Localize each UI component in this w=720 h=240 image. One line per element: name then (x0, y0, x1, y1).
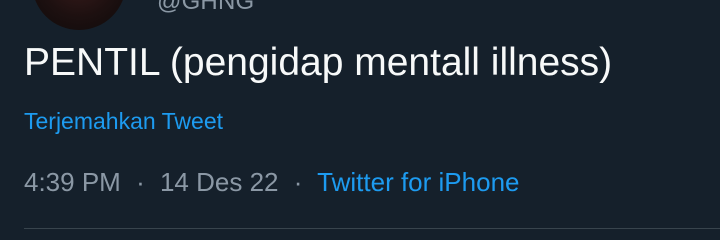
tweet-time[interactable]: 4:39 PM (24, 167, 121, 197)
meta-separator: · (136, 167, 145, 197)
tweet-text: PENTIL (pengidap mentall illness) (24, 41, 613, 84)
meta-separator: · (293, 167, 303, 197)
tweet-metadata: 4:39 PM · 14 Des 22 · Twitter for iPhone (24, 167, 519, 198)
user-handle[interactable]: @GHNG (157, 0, 254, 16)
translate-tweet-link[interactable]: Terjemahkan Tweet (24, 108, 223, 135)
divider (24, 228, 720, 229)
tweet-source-link[interactable]: Twitter for iPhone (317, 167, 519, 197)
tweet-date[interactable]: 14 Des 22 (160, 167, 279, 197)
avatar[interactable] (32, 0, 126, 30)
